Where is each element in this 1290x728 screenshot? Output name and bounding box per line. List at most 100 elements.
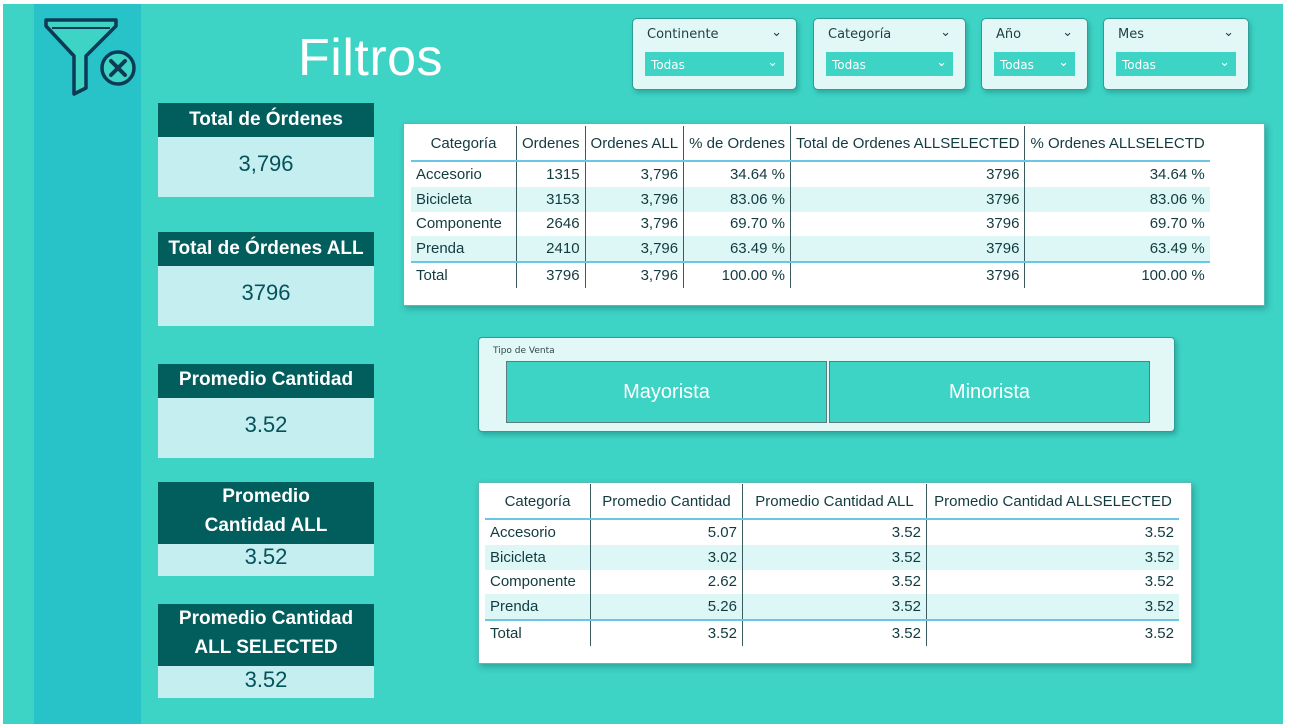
table-total-row: Total 3796 3,796 100.00 % 3796 100.00 % bbox=[411, 261, 1210, 288]
table-cell: 34.64 % bbox=[1024, 161, 1210, 187]
slicer-dropdown-anio[interactable]: Todas ⌄ bbox=[994, 52, 1075, 76]
chevron-down-icon[interactable]: ⌄ bbox=[1058, 55, 1069, 70]
table-cell: Prenda bbox=[485, 594, 591, 621]
slicer-mes[interactable]: Mes ⌄ Todas ⌄ bbox=[1103, 18, 1249, 90]
orders-table: Categoría Ordenes Ordenes ALL % de Orden… bbox=[411, 126, 1210, 288]
table-row[interactable]: Bicicleta 3153 3,796 83.06 % 3796 83.06 … bbox=[411, 186, 1210, 212]
table-cell: 69.70 % bbox=[683, 211, 791, 237]
column-header[interactable]: Categoría bbox=[485, 484, 591, 520]
table-cell: 69.70 % bbox=[1024, 211, 1210, 237]
table-cell: 100.00 % bbox=[1024, 261, 1210, 288]
kpi-promedio-cantidad-value: 3.52 bbox=[158, 398, 374, 458]
table-cell: 3796 bbox=[789, 261, 1025, 288]
column-header[interactable]: Promedio Cantidad ALL bbox=[742, 484, 927, 520]
tipo-venta-slicer: Tipo de Venta Mayorista Minorista bbox=[478, 337, 1175, 432]
table-cell: Prenda bbox=[411, 236, 517, 263]
tipo-venta-label: Tipo de Venta bbox=[493, 346, 555, 356]
table-cell: 2.62 bbox=[590, 569, 743, 595]
table-row[interactable]: Bicicleta 3.02 3.52 3.52 bbox=[485, 544, 1179, 570]
table-row[interactable]: Prenda 5.26 3.52 3.52 bbox=[485, 594, 1179, 621]
chevron-down-icon[interactable]: ⌄ bbox=[1062, 25, 1073, 40]
avg-table-card: Categoría Promedio Cantidad Promedio Can… bbox=[478, 482, 1192, 664]
chevron-down-icon[interactable]: ⌄ bbox=[936, 55, 947, 70]
table-cell: 83.06 % bbox=[683, 186, 791, 212]
table-cell: 3.52 bbox=[742, 569, 927, 595]
column-header[interactable]: Promedio Cantidad bbox=[590, 484, 743, 520]
kpi-promedio-cantidad-label: Promedio Cantidad bbox=[158, 364, 374, 398]
table-cell: Total bbox=[485, 619, 591, 646]
column-header[interactable]: % de Ordenes bbox=[683, 126, 791, 162]
column-header[interactable]: Categoría bbox=[411, 126, 517, 162]
kpi-promedio-cantidad-allselected-value: 3.52 bbox=[158, 666, 374, 698]
table-row[interactable]: Componente 2.62 3.52 3.52 bbox=[485, 569, 1179, 595]
table-cell: Total bbox=[411, 261, 517, 288]
kpi-total-ordenes-value: 3,796 bbox=[158, 137, 374, 197]
column-header[interactable]: Total de Ordenes ALLSELECTED bbox=[789, 126, 1025, 162]
slicer-dropdown-mes[interactable]: Todas ⌄ bbox=[1116, 52, 1236, 76]
table-row[interactable]: Prenda 2410 3,796 63.49 % 3796 63.49 % bbox=[411, 236, 1210, 263]
mayorista-button[interactable]: Mayorista bbox=[506, 361, 827, 423]
chevron-down-icon[interactable]: ⌄ bbox=[1219, 55, 1230, 70]
slicer-value: Todas bbox=[1000, 58, 1034, 72]
slicer-dropdown-continente[interactable]: Todas ⌄ bbox=[645, 52, 784, 76]
table-row[interactable]: Componente 2646 3,796 69.70 % 3796 69.70… bbox=[411, 211, 1210, 237]
column-header[interactable]: % Ordenes ALLSELECTD bbox=[1024, 126, 1210, 162]
slicer-title: Mes bbox=[1118, 27, 1144, 42]
kpi-promedio-cantidad-all-value: 3.52 bbox=[158, 544, 374, 576]
column-header[interactable]: Ordenes ALL bbox=[584, 126, 684, 162]
table-row[interactable]: Accesorio 1315 3,796 34.64 % 3796 34.64 … bbox=[411, 161, 1210, 187]
table-cell: 3796 bbox=[789, 236, 1025, 263]
table-cell: 2646 bbox=[516, 211, 586, 237]
table-cell: 3.52 bbox=[926, 594, 1179, 621]
slicer-value: Todas bbox=[651, 58, 685, 72]
table-cell: 3.02 bbox=[590, 544, 743, 570]
table-cell: Accesorio bbox=[416, 165, 482, 183]
table-cell: 3.52 bbox=[926, 619, 1179, 646]
kpi-promedio-cantidad-allselected-label: Promedio Cantidad ALL SELECTED bbox=[158, 604, 374, 666]
slicer-value: Todas bbox=[832, 58, 866, 72]
table-cell: 3,796 bbox=[584, 161, 684, 187]
page-title: Filtros bbox=[298, 29, 444, 87]
column-header[interactable]: Promedio Cantidad ALLSELECTED bbox=[926, 484, 1179, 520]
table-cell: 3.52 bbox=[926, 569, 1179, 595]
table-cell: Bicicleta bbox=[485, 544, 591, 570]
table-cell: 3.52 bbox=[590, 619, 743, 646]
table-cell: 3,796 bbox=[584, 236, 684, 263]
table-row[interactable]: Accesorio 5.07 3.52 3.52 bbox=[485, 519, 1179, 545]
table-cell: 3,796 bbox=[584, 211, 684, 237]
table-cell: 3.52 bbox=[926, 544, 1179, 570]
table-cell: 3,796 bbox=[584, 261, 684, 288]
slicer-dropdown-categoria[interactable]: Todas ⌄ bbox=[826, 52, 953, 76]
table-cell: 1315 bbox=[516, 161, 586, 187]
table-cell: Componente bbox=[416, 215, 502, 233]
table-cell: Accesorio bbox=[490, 523, 556, 541]
table-cell: 63.49 % bbox=[1024, 236, 1210, 263]
table-cell: 3796 bbox=[789, 161, 1025, 187]
slicer-anio[interactable]: Año ⌄ Todas ⌄ bbox=[981, 18, 1088, 90]
table-cell: 83.06 % bbox=[1024, 186, 1210, 212]
kpi-total-ordenes-all-label: Total de Órdenes ALL bbox=[158, 232, 374, 266]
kpi-total-ordenes-all-value: 3796 bbox=[158, 266, 374, 326]
table-cell: 3.52 bbox=[926, 519, 1179, 545]
column-header[interactable]: Ordenes bbox=[516, 126, 586, 162]
table-cell: 3,796 bbox=[584, 186, 684, 212]
orders-table-card: Categoría Ordenes Ordenes ALL % de Orden… bbox=[403, 123, 1265, 306]
chevron-down-icon[interactable]: ⌄ bbox=[771, 25, 782, 40]
filter-clear-icon[interactable] bbox=[42, 16, 138, 100]
table-header-row: Categoría Promedio Cantidad Promedio Can… bbox=[485, 484, 1179, 520]
table-cell: 3153 bbox=[516, 186, 586, 212]
table-cell: 3.52 bbox=[742, 594, 927, 621]
table-cell: 3.52 bbox=[742, 619, 927, 646]
slicer-categoria[interactable]: Categoría ⌄ Todas ⌄ bbox=[813, 18, 966, 90]
slicer-continente[interactable]: Continente ⌄ Todas ⌄ bbox=[632, 18, 797, 90]
chevron-down-icon[interactable]: ⌄ bbox=[940, 25, 951, 40]
slicer-title: Categoría bbox=[828, 27, 892, 42]
kpi-promedio-cantidad-all-label: Promedio Cantidad ALL bbox=[158, 482, 374, 544]
table-cell: 3796 bbox=[789, 211, 1025, 237]
chevron-down-icon[interactable]: ⌄ bbox=[767, 55, 778, 70]
chevron-down-icon[interactable]: ⌄ bbox=[1223, 25, 1234, 40]
minorista-button[interactable]: Minorista bbox=[829, 361, 1150, 423]
slicer-value: Todas bbox=[1122, 58, 1156, 72]
table-cell: 3796 bbox=[789, 186, 1025, 212]
table-cell: Componente bbox=[490, 573, 576, 591]
